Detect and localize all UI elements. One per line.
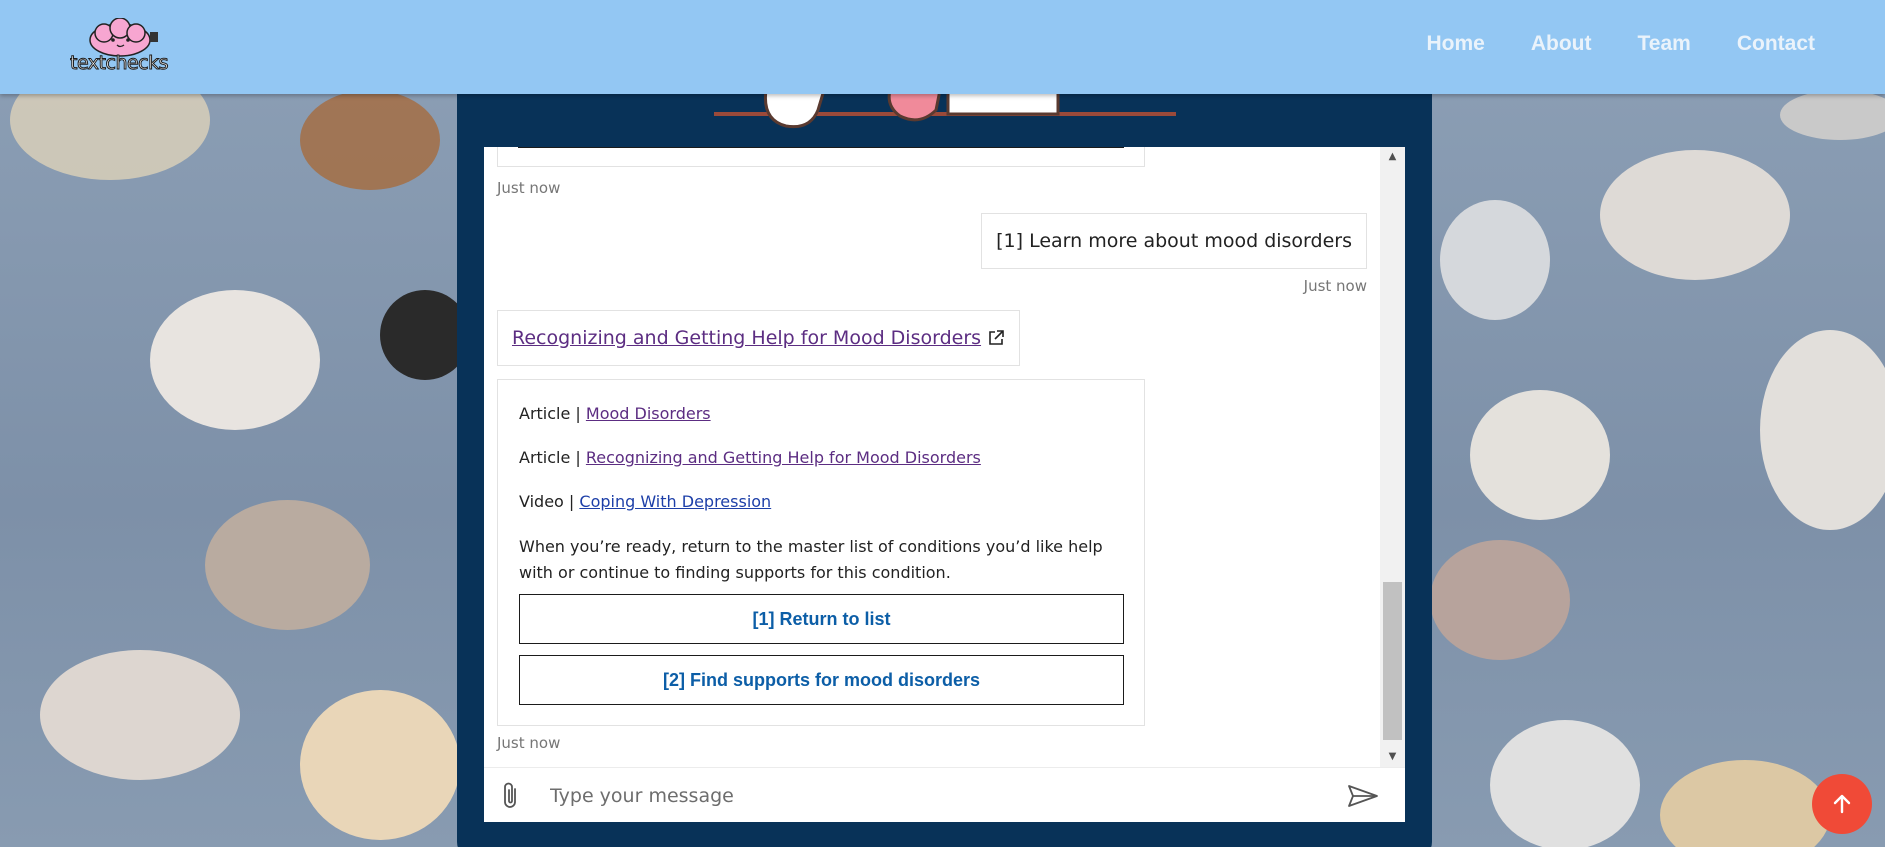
scroll-to-top-button[interactable] (1812, 774, 1872, 834)
return-to-list-button[interactable]: [1] Return to list (519, 594, 1124, 644)
instruction-text: When you’re ready, return to the master … (519, 537, 1103, 582)
resource-type: Article (519, 448, 571, 467)
resource-item: Video | Coping With Depression (519, 490, 1123, 514)
nav-contact[interactable]: Contact (1737, 32, 1815, 56)
scroll-thumb[interactable] (1383, 582, 1402, 740)
site-logo[interactable]: textchecks (68, 17, 178, 78)
message-timestamp: Just now (497, 179, 561, 197)
chat-transcript[interactable]: Just now [1] Learn more about mood disor… (484, 147, 1380, 767)
resource-type: Video (519, 492, 564, 511)
user-message-bubble: [1] Learn more about mood disorders (981, 213, 1367, 269)
site-header: textchecks Home About Team Contact (0, 0, 1885, 94)
scroll-down-arrow-icon[interactable]: ▼ (1380, 749, 1405, 765)
bg-cat-illustration (1600, 150, 1790, 280)
bg-cat-illustration (1760, 330, 1885, 530)
resource-item: Article | Recognizing and Getting Help f… (519, 446, 1123, 470)
bg-dog-illustration (1470, 390, 1610, 520)
nav-about[interactable]: About (1531, 32, 1592, 56)
resource-separator: | (570, 404, 586, 423)
resource-link-coping-depression[interactable]: Coping With Depression (579, 492, 771, 511)
resource-separator: | (563, 492, 580, 511)
nav-home[interactable]: Home (1427, 32, 1485, 56)
bg-cat-illustration (40, 650, 240, 780)
link-card: Recognizing and Getting Help for Mood Di… (497, 310, 1021, 366)
resource-link-recognizing-help[interactable]: Recognizing and Getting Help for Mood Di… (586, 448, 981, 467)
message-composer (484, 767, 1405, 822)
bg-cat-illustration (1780, 90, 1885, 140)
message-input[interactable] (550, 778, 1320, 814)
resource-item: Article | Mood Disorders (519, 402, 1123, 426)
find-supports-button[interactable]: [2] Find supports for mood disorders (519, 655, 1124, 705)
chat-window: Just now [1] Learn more about mood disor… (484, 147, 1405, 767)
main-nav: Home About Team Contact (1427, 32, 1816, 56)
bg-cat-illustration (300, 690, 460, 840)
resource-card: Article | Mood Disorders Article | Recog… (497, 379, 1145, 726)
resource-link-mood-disorders[interactable]: Mood Disorders (586, 404, 711, 423)
bg-rabbit-illustration (1490, 720, 1640, 847)
arrow-up-icon (1833, 794, 1851, 814)
nav-team[interactable]: Team (1638, 32, 1691, 56)
message-timestamp: Just now (1303, 277, 1367, 295)
previous-message-card (497, 147, 1145, 167)
resource-type: Article (519, 404, 571, 423)
bg-rabbit-illustration (1440, 200, 1550, 320)
send-icon[interactable] (1347, 784, 1379, 808)
scroll-up-arrow-icon[interactable]: ▲ (1380, 149, 1405, 165)
paperclip-icon[interactable] (500, 781, 522, 811)
bg-dog-illustration (1660, 760, 1830, 847)
resource-separator: | (570, 448, 586, 467)
bg-rabbit-illustration (1430, 540, 1570, 660)
transcript-scrollbar[interactable]: ▲ ▼ (1380, 147, 1405, 767)
bg-dog-illustration (300, 90, 440, 190)
external-link-icon[interactable] (987, 329, 1005, 347)
bg-dog-illustration (150, 290, 320, 430)
link-card-title[interactable]: Recognizing and Getting Help for Mood Di… (512, 327, 981, 349)
cat-paws-illustration (714, 90, 1176, 129)
bg-cat-illustration (205, 500, 370, 630)
message-timestamp: Just now (497, 734, 561, 752)
logo-text: textchecks (69, 52, 169, 75)
